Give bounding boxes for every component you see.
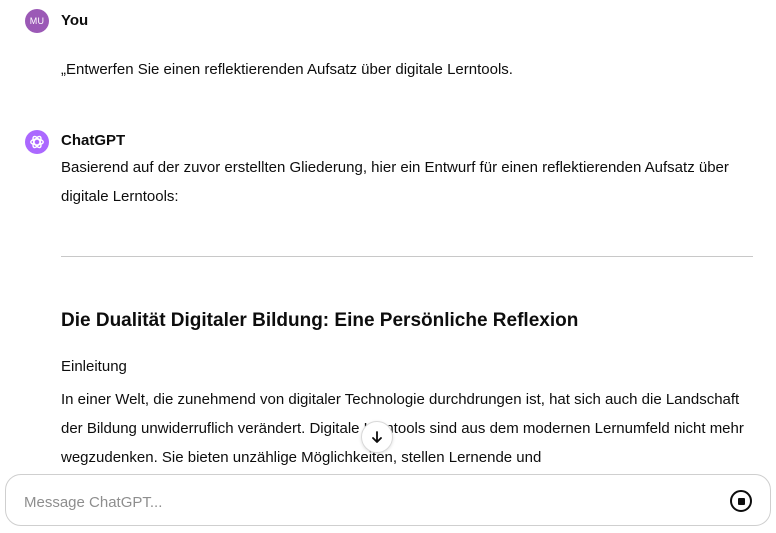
scroll-to-bottom-button[interactable] — [361, 421, 393, 453]
openai-logo-icon — [25, 130, 49, 154]
assistant-intro: Basierend auf der zuvor erstellten Glied… — [61, 159, 729, 205]
essay-body: In einer Welt, die zunehmend von digital… — [61, 391, 744, 466]
message-composer — [5, 474, 771, 526]
user-message: „Entwerfen Sie einen reflektierenden Auf… — [61, 61, 513, 78]
assistant-author-name: ChatGPT — [61, 132, 126, 149]
user-avatar: MU — [25, 9, 49, 33]
message-input[interactable] — [22, 489, 706, 515]
stop-generating-button[interactable] — [730, 490, 752, 512]
user-avatar-initials: MU — [29, 16, 45, 26]
divider — [61, 256, 753, 257]
arrow-down-icon — [372, 431, 382, 443]
stop-icon — [737, 497, 745, 505]
essay-title: Die Dualität Digitaler Bildung: Eine Per… — [61, 310, 579, 331]
user-author-name: You — [61, 12, 89, 29]
section-heading: Einleitung — [61, 358, 127, 375]
